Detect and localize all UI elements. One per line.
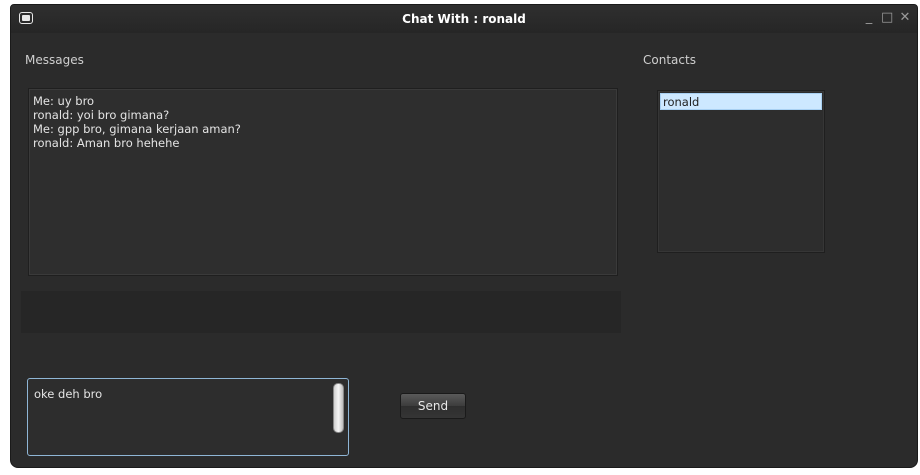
- title-bar[interactable]: Chat With : ronald _ □ ✕: [11, 5, 917, 33]
- message-line: Me: gpp bro, gimana kerjaan aman?: [33, 122, 241, 136]
- contact-item-ronald[interactable]: ronald: [660, 93, 822, 110]
- input-scrollbar[interactable]: [333, 383, 344, 433]
- minimize-icon[interactable]: _: [863, 10, 875, 26]
- status-strip: [21, 291, 621, 333]
- messages-label: Messages: [25, 53, 84, 67]
- chat-window: Chat With : ronald _ □ ✕ Messages Me: uy…: [10, 4, 918, 468]
- contacts-label: Contacts: [643, 53, 696, 67]
- send-button[interactable]: Send: [400, 393, 466, 419]
- close-icon[interactable]: ✕: [899, 10, 911, 26]
- message-input-text: oke deh bro: [34, 387, 103, 401]
- message-line: ronald: Aman bro hehehe: [33, 136, 180, 150]
- window-controls: _ □ ✕: [863, 10, 911, 26]
- maximize-icon[interactable]: □: [881, 10, 893, 26]
- message-line: Me: uy bro: [33, 94, 95, 108]
- contacts-list[interactable]: ronald: [657, 90, 825, 253]
- window-title: Chat With : ronald: [402, 12, 526, 26]
- message-input[interactable]: oke deh bro: [27, 378, 349, 456]
- messages-area[interactable]: Me: uy bro ronald: yoi bro gimana? Me: g…: [28, 88, 618, 276]
- message-line: ronald: yoi bro gimana?: [33, 108, 170, 122]
